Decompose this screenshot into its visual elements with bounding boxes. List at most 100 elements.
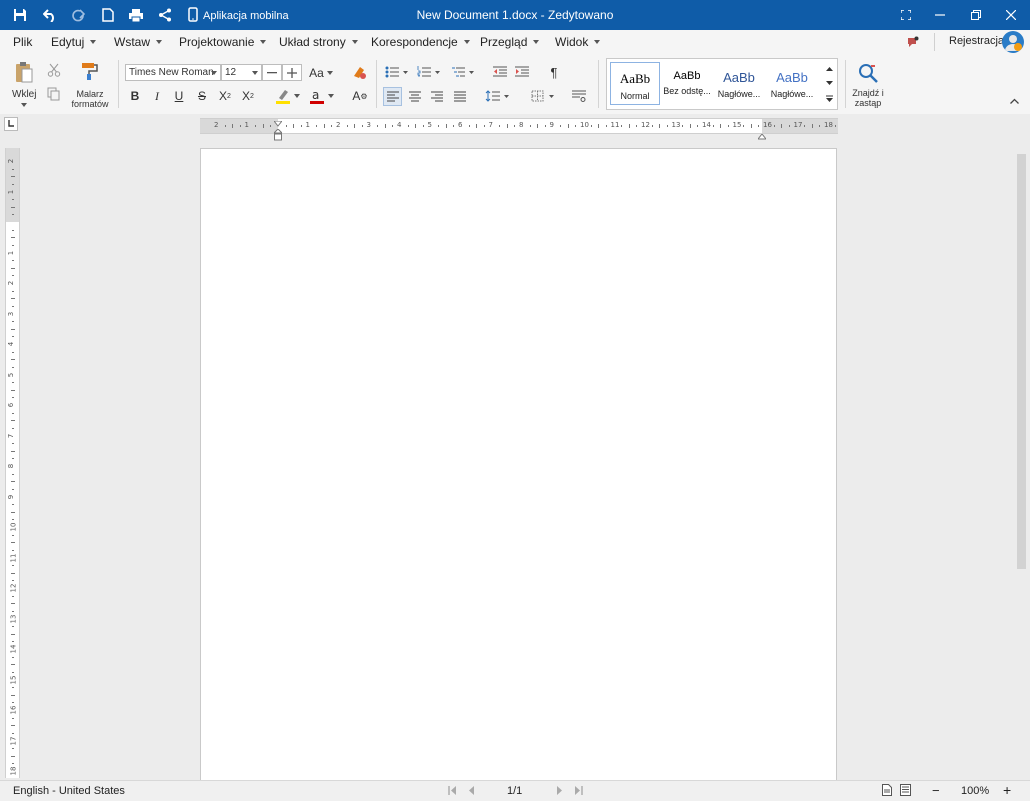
minimize-icon[interactable] — [930, 5, 950, 25]
language-indicator[interactable]: English - United States — [13, 785, 125, 797]
align-right-icon[interactable] — [428, 87, 446, 105]
menu-uklad-strony[interactable]: Układ strony — [279, 35, 358, 49]
avatar[interactable] — [1002, 31, 1024, 53]
find-replace-icon[interactable] — [856, 61, 880, 85]
mobile-app-button[interactable]: Aplikacja mobilna — [188, 7, 289, 25]
collapse-ribbon-icon[interactable] — [1008, 96, 1020, 106]
underline-button[interactable]: U — [170, 87, 188, 105]
font-color-icon[interactable]: a — [307, 86, 327, 106]
right-indent-marker[interactable] — [756, 129, 768, 143]
chevron-down-icon[interactable] — [294, 94, 300, 98]
web-layout-icon[interactable] — [900, 784, 911, 796]
ruler-tick — [11, 366, 14, 368]
menu-plik[interactable]: Plik — [13, 35, 32, 49]
increase-font-size-button[interactable] — [282, 64, 302, 81]
style-heading-1[interactable]: AaBb Nagłówe... — [714, 62, 764, 105]
copy-icon[interactable] — [46, 86, 62, 102]
style-normal[interactable]: AaBb Normal — [610, 62, 660, 105]
more-styles-icon[interactable] — [823, 92, 835, 105]
paste-button[interactable] — [10, 60, 38, 86]
previous-page-icon[interactable] — [468, 786, 475, 795]
fullscreen-icon[interactable] — [896, 5, 916, 25]
zoom-level[interactable]: 100% — [961, 785, 989, 797]
save-icon[interactable] — [10, 5, 30, 25]
clear-formatting-icon[interactable] — [350, 63, 368, 81]
line-spacing-icon[interactable] — [484, 87, 512, 105]
zoom-out-button[interactable]: − — [932, 783, 940, 798]
print-layout-icon[interactable] — [882, 784, 892, 796]
strikethrough-button[interactable]: S — [193, 87, 211, 105]
ruler-tick — [10, 298, 15, 300]
menu-edytuj[interactable]: Edytuj — [51, 35, 97, 49]
format-painter-label-1: Malarz — [76, 89, 104, 99]
highlight-icon[interactable] — [273, 86, 293, 106]
ruler-tick — [567, 124, 569, 128]
menu-widok[interactable]: Widok — [555, 35, 601, 49]
format-painter-label[interactable]: Malarz formatów — [68, 89, 112, 109]
chevron-down-icon[interactable] — [328, 94, 334, 98]
bullet-list-icon[interactable] — [384, 64, 410, 80]
tab-stop-selector[interactable] — [4, 117, 18, 131]
scrollbar-thumb[interactable] — [1017, 154, 1026, 569]
vertical-scrollbar[interactable] — [1015, 136, 1030, 780]
style-no-spacing[interactable]: AaBb Bez odstę... — [662, 62, 712, 105]
chevron-down-icon[interactable] — [21, 103, 27, 107]
chevron-down-icon — [260, 40, 267, 44]
style-heading-2[interactable]: AaBb Nagłówe... — [767, 62, 817, 105]
ruler-number: 1 — [305, 121, 310, 129]
paragraph-settings-icon[interactable] — [570, 87, 588, 105]
bold-button[interactable]: B — [126, 87, 144, 105]
horizontal-ruler[interactable]: 2 1 1 2 3 4 5 6 7 8 9 10 11 12 13 14 15 16 17 18 — [200, 116, 838, 141]
style-name: Nagłówe... — [770, 89, 814, 99]
undo-icon[interactable] — [40, 5, 60, 25]
borders-icon[interactable] — [530, 87, 558, 105]
restore-icon[interactable] — [966, 5, 986, 25]
first-line-indent-marker[interactable] — [272, 116, 284, 130]
ruler-tick — [10, 694, 15, 696]
change-case-button[interactable]: Aa — [306, 64, 336, 81]
menu-korespondencje[interactable]: Korespondencje — [371, 35, 470, 49]
last-page-icon[interactable] — [574, 786, 583, 795]
next-page-icon[interactable] — [556, 786, 563, 795]
italic-button[interactable]: I — [148, 87, 166, 105]
chevron-down-icon[interactable] — [823, 77, 835, 89]
format-painter-icon[interactable] — [78, 60, 102, 82]
register-button[interactable]: Rejestracja — [949, 35, 1004, 47]
first-page-icon[interactable] — [448, 786, 457, 795]
zoom-in-button[interactable]: + — [1003, 782, 1011, 798]
cut-icon[interactable] — [46, 62, 62, 78]
multilevel-list-icon[interactable] — [450, 64, 476, 80]
increase-indent-icon[interactable] — [514, 64, 530, 80]
redo-icon[interactable] — [68, 5, 88, 25]
document-page[interactable] — [200, 148, 837, 788]
menu-wstaw[interactable]: Wstaw — [114, 35, 162, 49]
font-effects-icon[interactable]: A ⚙ — [350, 87, 370, 105]
decrease-font-size-button[interactable] — [262, 64, 282, 81]
ruler-tick — [377, 125, 379, 127]
language-label: English - United States — [13, 785, 125, 797]
ruler-tick — [453, 125, 455, 127]
ruler-number: 16 — [763, 121, 772, 129]
align-center-icon[interactable] — [406, 87, 424, 105]
share-icon[interactable] — [155, 5, 175, 25]
decrease-indent-icon[interactable] — [492, 64, 508, 80]
close-icon[interactable] — [1001, 5, 1021, 25]
justify-icon[interactable] — [451, 87, 469, 105]
numbered-list-icon[interactable] — [416, 64, 442, 80]
superscript-button[interactable]: X2 — [238, 87, 258, 105]
menu-przeglad[interactable]: Przegląd — [480, 35, 540, 49]
chevron-up-icon[interactable] — [823, 62, 835, 74]
vertical-ruler[interactable]: 2 1 1 2 3 4 5 6 7 8 9 10 11 12 13 14 15 16 17 18 — [5, 148, 20, 778]
align-left-icon[interactable] — [383, 87, 402, 106]
find-replace-label[interactable]: Znajdź i zastąp — [848, 88, 888, 108]
print-icon[interactable] — [126, 5, 146, 25]
font-name-dropdown[interactable]: Times New Roman — [125, 64, 221, 81]
left-indent-marker[interactable] — [272, 128, 284, 144]
subscript-button[interactable]: X2 — [215, 87, 235, 105]
ruler-tick — [804, 125, 806, 127]
new-document-icon[interactable] — [98, 5, 118, 25]
font-size-dropdown[interactable]: 12 — [221, 64, 262, 81]
notification-icon[interactable] — [906, 35, 920, 49]
menu-projektowanie[interactable]: Projektowanie — [179, 35, 267, 49]
pilcrow-icon[interactable]: ¶ — [546, 63, 562, 81]
